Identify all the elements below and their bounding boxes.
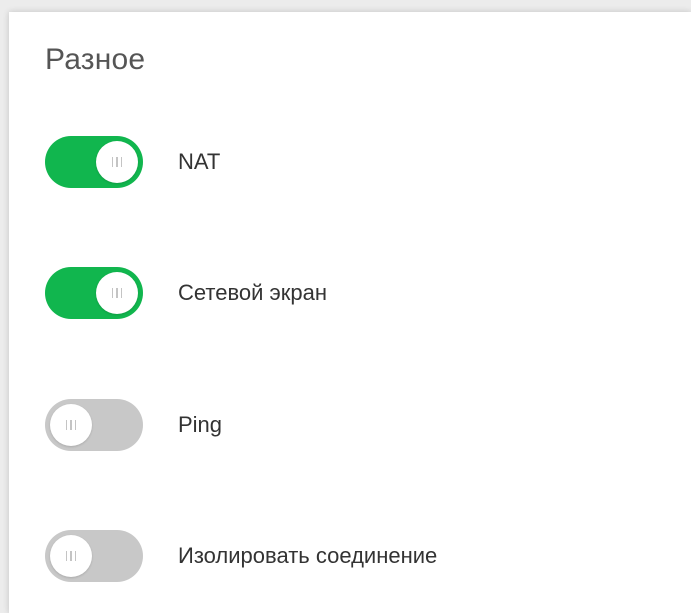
settings-panel: Разное NAT Сетевой экран Ping Изолироват… <box>9 12 691 613</box>
toggle-row-nat: NAT <box>45 134 220 190</box>
grip-icon <box>111 157 123 167</box>
ping-toggle[interactable] <box>45 399 143 451</box>
toggle-knob <box>50 404 92 446</box>
nat-label: NAT <box>178 149 221 174</box>
toggle-row-ping: Ping <box>45 397 222 453</box>
nat-toggle[interactable] <box>45 136 143 188</box>
ping-label: Ping <box>178 412 223 437</box>
grip-icon <box>65 551 77 561</box>
isolate-connection-toggle[interactable] <box>45 530 143 582</box>
grip-icon <box>65 420 77 430</box>
toggle-row-isolate: Изолировать соединение <box>45 528 437 584</box>
section-title: Разное <box>45 43 146 76</box>
toggle-row-firewall: Сетевой экран <box>45 265 327 321</box>
firewall-toggle[interactable] <box>45 267 143 319</box>
isolate-connection-label: Изолировать соединение <box>178 543 438 568</box>
firewall-label: Сетевой экран <box>178 280 328 305</box>
grip-icon <box>111 288 123 298</box>
toggle-knob <box>96 141 138 183</box>
toggle-knob <box>96 272 138 314</box>
toggle-knob <box>50 535 92 577</box>
